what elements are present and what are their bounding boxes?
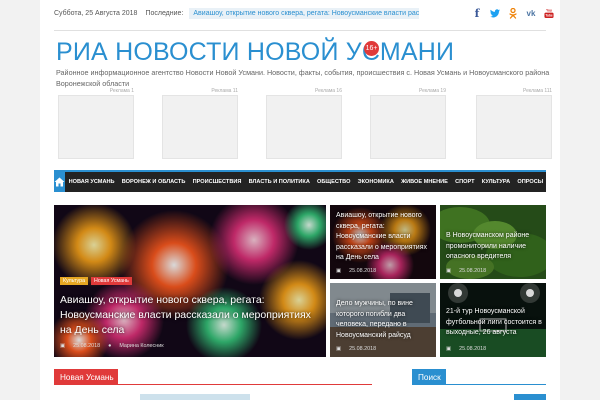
featured-article-small[interactable]: 21-й тур Новоусманской футбольной лиги с… (440, 283, 546, 357)
ad-row: Реклама 1 Реклама 11 Реклама 16 Реклама … (56, 88, 556, 160)
article-date: 25.08.2018 (349, 346, 377, 352)
home-icon[interactable] (54, 172, 65, 192)
article-title[interactable]: В Новоусманском районе промониторили нал… (446, 231, 542, 263)
page-margin-right (560, 0, 600, 400)
nav-item-society[interactable]: Общество (313, 179, 354, 185)
calendar-icon: ▣ (336, 268, 342, 274)
user-icon: ● (108, 343, 112, 349)
calendar-icon: ▣ (446, 268, 452, 274)
svg-text:You: You (546, 8, 552, 12)
article-date: 25.08.2018 (459, 268, 487, 274)
search-button-peek[interactable] (514, 394, 546, 400)
site-tagline: Районное информационное агентство Новост… (56, 68, 550, 88)
main-nav: Новая Усмань Воронеж и область Происшест… (54, 172, 546, 192)
nav-item-incidents[interactable]: Происшествия (189, 179, 245, 185)
article-meta: ▣ 25.08.2018 (446, 346, 486, 352)
tag-culture[interactable]: Культура (60, 277, 89, 285)
ad-label: Реклама 111 (522, 88, 552, 94)
calendar-icon: ▣ (446, 346, 452, 352)
ad-slot[interactable]: Реклама 19 (368, 88, 448, 160)
nav-item-opinion[interactable]: Живое мнение (397, 179, 451, 185)
ad-slot[interactable]: Реклама 16 (264, 88, 344, 160)
section-header-novaya-usman[interactable]: Новая Усмань (54, 369, 118, 385)
latest-label: Последние: (145, 9, 184, 17)
ad-slot[interactable]: Реклама 111 (474, 88, 554, 160)
ad-placeholder (58, 95, 134, 159)
current-date: Суббота, 25 Августа 2018 (54, 9, 138, 17)
svg-text:Tube: Tube (545, 13, 553, 17)
ad-placeholder (162, 95, 238, 159)
youtube-icon[interactable]: You Tube (544, 8, 554, 18)
ad-slot[interactable]: Реклама 11 (160, 88, 240, 160)
article-title[interactable]: Авиашоу, открытие нового сквера, регата:… (60, 293, 315, 338)
article-title[interactable]: Авиашоу, открытие нового сквера, регата:… (336, 211, 432, 264)
featured-article-main[interactable]: Культура Новая Усмань Авиашоу, открытие … (54, 205, 326, 357)
article-date: 25.08.2018 (459, 346, 487, 352)
vk-icon[interactable]: vk (526, 8, 536, 18)
article-meta: ▣ 25.08.2018 ● Марина Колесник (60, 343, 164, 349)
top-bar: Суббота, 25 Августа 2018 Последние: Авиа… (54, 5, 554, 21)
age-rating-badge: 16+ (364, 41, 379, 56)
site-title[interactable]: РИА НОВОСТИ НОВОЙ УСМАНИ (56, 38, 454, 67)
calendar-icon: ▣ (336, 346, 342, 352)
page-margin-left (0, 0, 40, 400)
section-divider (412, 384, 546, 385)
nav-item-economy[interactable]: Экономика (354, 179, 397, 185)
section-header-search: Поиск (412, 369, 446, 385)
ad-label: Реклама 19 (418, 88, 446, 94)
featured-article-small[interactable]: Дело мужчины, по вине которого погибли д… (330, 283, 436, 357)
article-tags: Культура Новая Усмань (60, 277, 132, 285)
featured-article-small[interactable]: В Новоусманском районе промониторили нал… (440, 205, 546, 279)
article-meta: ▣ 25.08.2018 (336, 268, 376, 274)
nav-item-culture[interactable]: Культура (478, 179, 514, 185)
ad-placeholder (266, 95, 342, 159)
tag-novaya-usman[interactable]: Новая Усмань (91, 277, 132, 285)
ad-label: Реклама 16 (314, 88, 342, 94)
odnoklassniki-icon[interactable] (508, 7, 518, 19)
article-title[interactable]: Дело мужчины, по вине которого погибли д… (336, 299, 432, 341)
social-links: f vk You Tube (472, 5, 554, 21)
nav-item-voronezh[interactable]: Воронеж и область (118, 179, 189, 185)
article-meta: ▣ 25.08.2018 (336, 346, 376, 352)
twitter-icon[interactable] (490, 8, 500, 18)
page-container: Суббота, 25 Августа 2018 Последние: Авиа… (40, 0, 560, 400)
ad-label: Реклама 11 (211, 88, 238, 94)
section-divider (54, 384, 372, 385)
nav-item-novaya-usman[interactable]: Новая Усмань (65, 179, 118, 185)
calendar-icon: ▣ (60, 343, 66, 349)
ad-label: Реклама 1 (109, 88, 134, 94)
facebook-icon[interactable]: f (472, 7, 482, 20)
article-date: 25.08.2018 (349, 268, 377, 274)
nav-item-politics[interactable]: Власть и политика (245, 179, 313, 185)
ad-placeholder (370, 95, 446, 159)
nav-item-sport[interactable]: Спорт (452, 179, 479, 185)
article-meta: ▣ 25.08.2018 (446, 268, 486, 274)
article-author[interactable]: Марина Колесник (119, 343, 163, 349)
article-title[interactable]: 21-й тур Новоусманской футбольной лиги с… (446, 307, 542, 339)
article-image-peek (140, 394, 250, 400)
news-ticker[interactable]: Авиашоу, открытие нового сквера, регата:… (189, 7, 420, 19)
ad-slot[interactable]: Реклама 1 (56, 88, 136, 160)
divider (54, 30, 546, 31)
nav-item-polls[interactable]: Опросы (514, 179, 547, 185)
ad-placeholder (476, 95, 552, 159)
article-date: 25.08.2018 (73, 343, 101, 349)
featured-article-small[interactable]: Авиашоу, открытие нового сквера, регата:… (330, 205, 436, 279)
